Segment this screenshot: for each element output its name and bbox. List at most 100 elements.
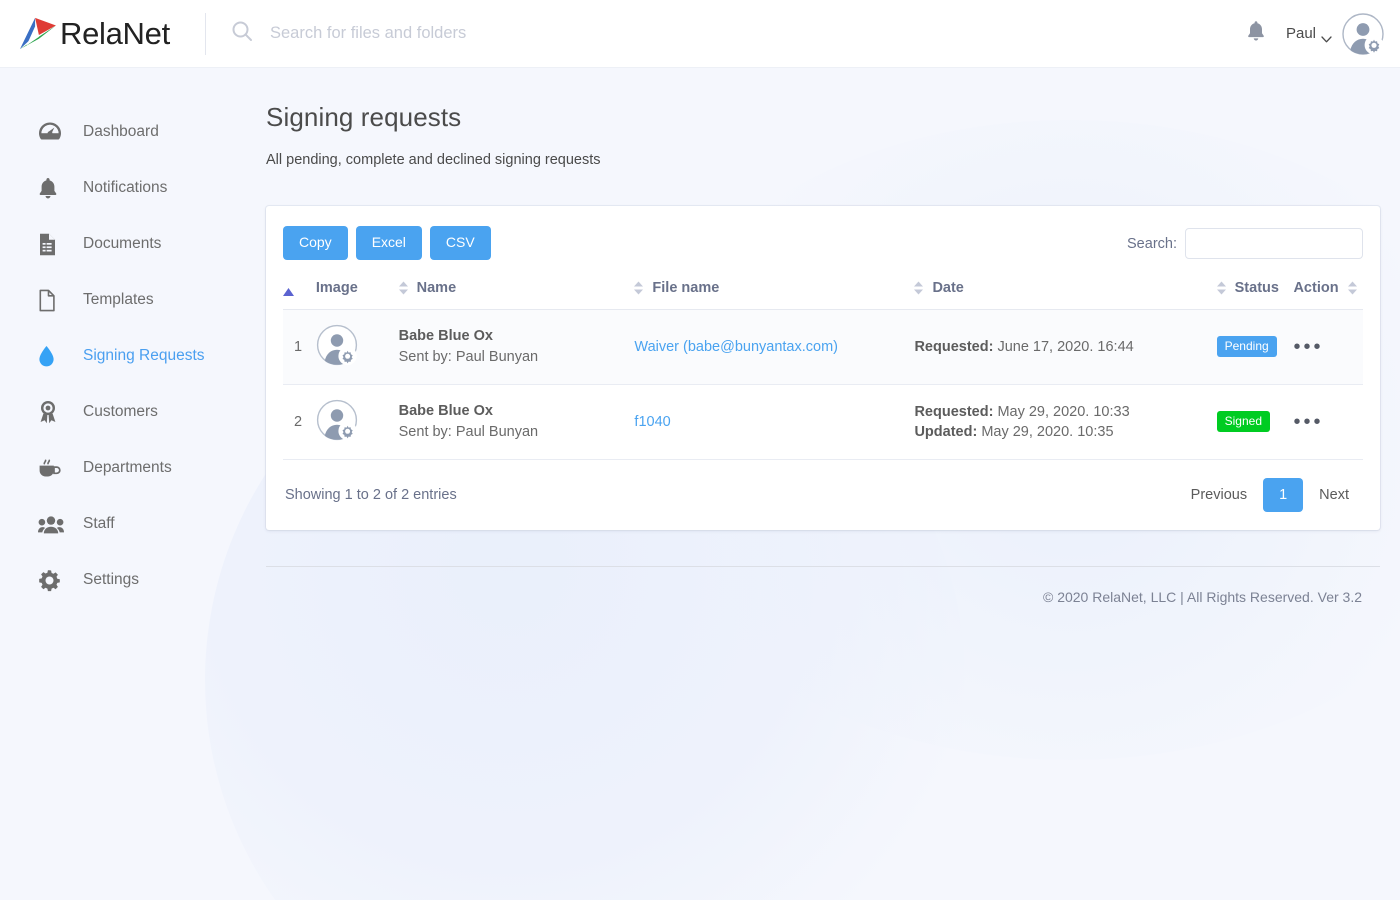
- row-requested-date: Requested: May 29, 2020. 10:33: [914, 402, 1216, 422]
- datatable-footer: Showing 1 to 2 of 2 entries Previous 1 N…: [283, 460, 1363, 512]
- sort-both-icon: [634, 281, 644, 295]
- pagination: Previous 1 Next: [1179, 477, 1361, 512]
- notifications-button[interactable]: [1234, 12, 1278, 56]
- sidebar-item-staff[interactable]: Staff: [0, 496, 248, 552]
- table-row[interactable]: 2 Babe Blue Ox Sent by: Paul Bunyan f104…: [283, 384, 1363, 460]
- file-lines-icon: [38, 233, 68, 256]
- page-title: Signing requests: [266, 102, 462, 132]
- sort-both-icon: [914, 281, 924, 295]
- datatable-search: Search:: [1127, 226, 1363, 259]
- user-name: Paul: [1285, 25, 1316, 42]
- requested-label: Requested:: [914, 338, 994, 355]
- page-footer: © 2020 RelaNet, LLC | All Rights Reserve…: [266, 565, 1380, 607]
- copy-button[interactable]: Copy: [283, 226, 348, 260]
- file-name-link[interactable]: f1040: [634, 414, 670, 430]
- user-menu[interactable]: Paul: [1285, 25, 1332, 43]
- status-badge: Signed: [1216, 411, 1270, 433]
- sidebar-item-label: Notifications: [83, 179, 168, 196]
- user-avatar-gear-icon: [316, 399, 358, 445]
- row-status-cell: Signed: [1216, 384, 1294, 460]
- row-updated-date: Updated: May 29, 2020. 10:35: [914, 422, 1216, 442]
- sidebar-item-label: Documents: [83, 235, 162, 252]
- requested-value: June 17, 2020. 16:44: [997, 338, 1134, 355]
- sidebar-item-label: Settings: [83, 571, 140, 588]
- top-header: RelaNet Paul: [0, 0, 1400, 68]
- row-action-cell: •••: [1293, 384, 1363, 460]
- sidebar-item-label: Dashboard: [83, 123, 159, 140]
- bell-icon: [38, 177, 68, 200]
- sidebar-item-templates[interactable]: Templates: [0, 272, 248, 328]
- brand-name: RelaNet: [60, 15, 170, 51]
- sort-ascending-icon: [283, 284, 294, 296]
- file-name-link[interactable]: Waiver (babe@bunyantax.com): [634, 339, 838, 355]
- row-status-cell: Pending: [1216, 309, 1294, 385]
- signing-requests-card: Copy Excel CSV Search: Image Name File n…: [266, 206, 1380, 530]
- sidebar-item-documents[interactable]: Documents: [0, 216, 248, 272]
- row-date-cell: Requested: June 17, 2020. 16:44: [914, 309, 1217, 385]
- sidebar-item-signing-requests[interactable]: Signing Requests: [0, 328, 248, 384]
- datatable-search-label: Search:: [1127, 235, 1177, 252]
- row-name-cell: Babe Blue Ox Sent by: Paul Bunyan: [398, 309, 635, 385]
- sort-both-icon: [1347, 281, 1357, 295]
- column-header-status[interactable]: Status: [1216, 275, 1294, 310]
- sidebar-item-departments[interactable]: Departments: [0, 440, 248, 496]
- row-avatar-cell: [315, 309, 399, 385]
- sort-both-icon: [398, 281, 408, 295]
- table-header-row: Image Name File name Date Status Action: [283, 275, 1363, 310]
- table-header: Image Name File name Date Status Action: [283, 275, 1363, 310]
- excel-button[interactable]: Excel: [355, 226, 422, 260]
- brand-logo[interactable]: RelaNet: [0, 0, 205, 67]
- pagination-page-1[interactable]: 1: [1263, 477, 1304, 512]
- datatable-search-input[interactable]: [1185, 228, 1363, 259]
- updated-label: Updated:: [914, 423, 978, 440]
- gear-icon: [38, 569, 68, 592]
- column-header-name[interactable]: Name: [398, 275, 635, 310]
- search-icon[interactable]: [230, 19, 254, 48]
- coffee-cup-icon: [38, 458, 68, 479]
- column-header-index[interactable]: [283, 275, 316, 310]
- row-sent-by: Sent by: Paul Bunyan: [398, 349, 539, 366]
- entries-info: Showing 1 to 2 of 2 entries: [285, 486, 457, 503]
- sidebar-item-customers[interactable]: Customers: [0, 384, 248, 440]
- bell-icon: [1246, 20, 1266, 47]
- search-input[interactable]: [270, 24, 890, 43]
- chevron-down-icon: [1321, 30, 1332, 43]
- main-content: Signing requests All pending, complete a…: [248, 68, 1400, 900]
- sidebar-item-notifications[interactable]: Notifications: [0, 160, 248, 216]
- column-header-image[interactable]: Image: [315, 275, 399, 310]
- row-requested-date: Requested: June 17, 2020. 16:44: [914, 337, 1216, 357]
- file-blank-icon: [38, 289, 68, 312]
- sidebar-item-label: Staff: [83, 515, 115, 532]
- award-icon: [38, 400, 68, 424]
- column-header-label: Image: [315, 279, 358, 296]
- row-date-cell: Requested: May 29, 2020. 10:33 Updated: …: [914, 384, 1217, 460]
- droplet-icon: [38, 345, 68, 368]
- row-avatar-cell: [315, 384, 399, 460]
- kebab-menu-icon[interactable]: •••: [1293, 336, 1323, 358]
- avatar[interactable]: [1342, 12, 1384, 55]
- users-icon: [38, 515, 68, 534]
- row-action-cell: •••: [1293, 309, 1363, 385]
- datatable-toolbar: Copy Excel CSV Search:: [283, 226, 1363, 260]
- copyright-text: © 2020 RelaNet, LLC | All Rights Reserve…: [1042, 588, 1362, 605]
- column-header-date[interactable]: Date: [914, 275, 1217, 310]
- row-name-cell: Babe Blue Ox Sent by: Paul Bunyan: [398, 384, 635, 460]
- page-layout: Dashboard Notifications Documents Templa…: [0, 68, 1400, 900]
- column-header-action[interactable]: Action: [1293, 275, 1363, 310]
- column-header-label: Name: [416, 279, 457, 296]
- row-name: Babe Blue Ox: [398, 328, 493, 345]
- table-row[interactable]: 1 Babe Blue Ox Sent by: Paul Bunyan Waiv…: [283, 309, 1363, 385]
- kebab-menu-icon[interactable]: •••: [1293, 411, 1323, 433]
- sidebar-item-dashboard[interactable]: Dashboard: [0, 104, 248, 160]
- requested-value: May 29, 2020. 10:33: [997, 403, 1130, 420]
- user-avatar-gear-icon: [316, 324, 358, 370]
- sidebar-item-settings[interactable]: Settings: [0, 552, 248, 608]
- sort-both-icon: [1216, 281, 1226, 295]
- column-header-label: Action: [1293, 279, 1339, 296]
- column-header-file-name[interactable]: File name: [634, 275, 915, 310]
- sidebar: Dashboard Notifications Documents Templa…: [0, 68, 248, 900]
- pagination-previous[interactable]: Previous: [1179, 479, 1259, 511]
- signing-requests-table: Image Name File name Date Status Action …: [283, 275, 1363, 460]
- pagination-next[interactable]: Next: [1307, 479, 1361, 511]
- csv-button[interactable]: CSV: [429, 226, 491, 260]
